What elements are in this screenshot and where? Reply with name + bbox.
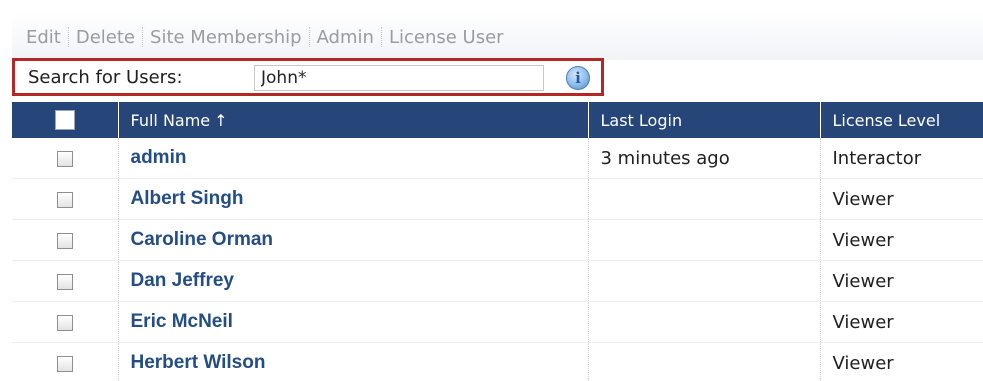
license-user-action[interactable]: License User [389,27,504,48]
sort-ascending-icon: ↑ [214,110,228,130]
last-login-cell [588,260,821,302]
full-name-header-label: Full Name [130,110,211,130]
admin-action[interactable]: Admin [317,27,374,48]
user-name-link[interactable]: Caroline Orman [131,229,274,250]
row-select-cell [12,219,119,261]
row-select-cell [12,178,119,220]
row-select-cell [12,301,119,343]
row-select-cell [12,342,119,381]
user-name-link[interactable]: admin [131,147,187,168]
table-row: admin 3 minutes ago Interactor [12,138,983,179]
search-input[interactable] [254,65,544,91]
last-login-cell [588,178,821,220]
search-box: Search for Users: i [12,58,604,96]
user-name-link[interactable]: Herbert Wilson [131,352,266,373]
last-login-cell [588,219,821,261]
row-checkbox[interactable] [56,232,73,249]
toolbar-separator [380,27,382,47]
action-toolbar: Edit Delete Site Membership Admin License Us… [12,12,983,60]
users-panel: Edit Delete Site Membership Admin License Us… [0,0,983,381]
full-name-cell: Eric McNeil [118,301,589,343]
table-header-row: Full Name ↑ Last Login License Level [12,102,983,138]
table-row: Dan Jeffrey Viewer [12,260,983,302]
toolbar-separator [67,27,69,47]
toolbar-actions: Edit Delete Site Membership Admin License Us… [26,25,504,49]
row-checkbox[interactable] [56,314,73,331]
license-level-cell: Interactor [820,138,983,179]
table-row: Eric McNeil Viewer [12,301,983,343]
last-login-header-label: Last Login [600,110,683,130]
table-row: Albert Singh Viewer [12,178,983,220]
select-all-cell [12,102,119,138]
user-name-link[interactable]: Eric McNeil [131,311,233,332]
table-row: Herbert Wilson Viewer [12,342,983,381]
row-checkbox[interactable] [56,355,73,372]
users-table: Full Name ↑ Last Login License Level admi… [12,102,983,381]
row-checkbox[interactable] [56,191,73,208]
table-row: Caroline Orman Viewer [12,219,983,261]
site-membership-action[interactable]: Site Membership [150,27,302,48]
column-header-last-login[interactable]: Last Login [588,102,821,138]
license-level-cell: Viewer [820,178,983,220]
search-label: Search for Users: [28,67,183,88]
user-name-link[interactable]: Albert Singh [131,188,244,209]
toolbar-separator [308,27,310,47]
full-name-cell: admin [118,138,589,179]
column-header-full-name[interactable]: Full Name ↑ [118,102,589,138]
full-name-cell: Dan Jeffrey [118,260,589,302]
license-level-cell: Viewer [820,260,983,302]
last-login-cell [588,342,821,381]
license-level-header-label: License Level [832,110,941,130]
user-name-link[interactable]: Dan Jeffrey [131,270,235,291]
full-name-cell: Albert Singh [118,178,589,220]
table-body: admin 3 minutes ago Interactor Albert Singh… [12,138,983,381]
delete-action[interactable]: Delete [76,27,135,48]
row-checkbox[interactable] [56,273,73,290]
license-level-cell: Viewer [820,342,983,381]
select-all-checkbox[interactable] [54,110,75,131]
last-login-cell: 3 minutes ago [588,138,821,179]
edit-action[interactable]: Edit [26,27,61,48]
license-level-cell: Viewer [820,301,983,343]
row-select-cell [12,138,119,179]
row-select-cell [12,260,119,302]
full-name-cell: Herbert Wilson [118,342,589,381]
full-name-cell: Caroline Orman [118,219,589,261]
info-icon[interactable]: i [566,66,590,90]
column-header-license-level[interactable]: License Level [820,102,983,138]
toolbar-separator [142,27,144,47]
last-login-cell [588,301,821,343]
license-level-cell: Viewer [820,219,983,261]
row-checkbox[interactable] [56,150,73,167]
